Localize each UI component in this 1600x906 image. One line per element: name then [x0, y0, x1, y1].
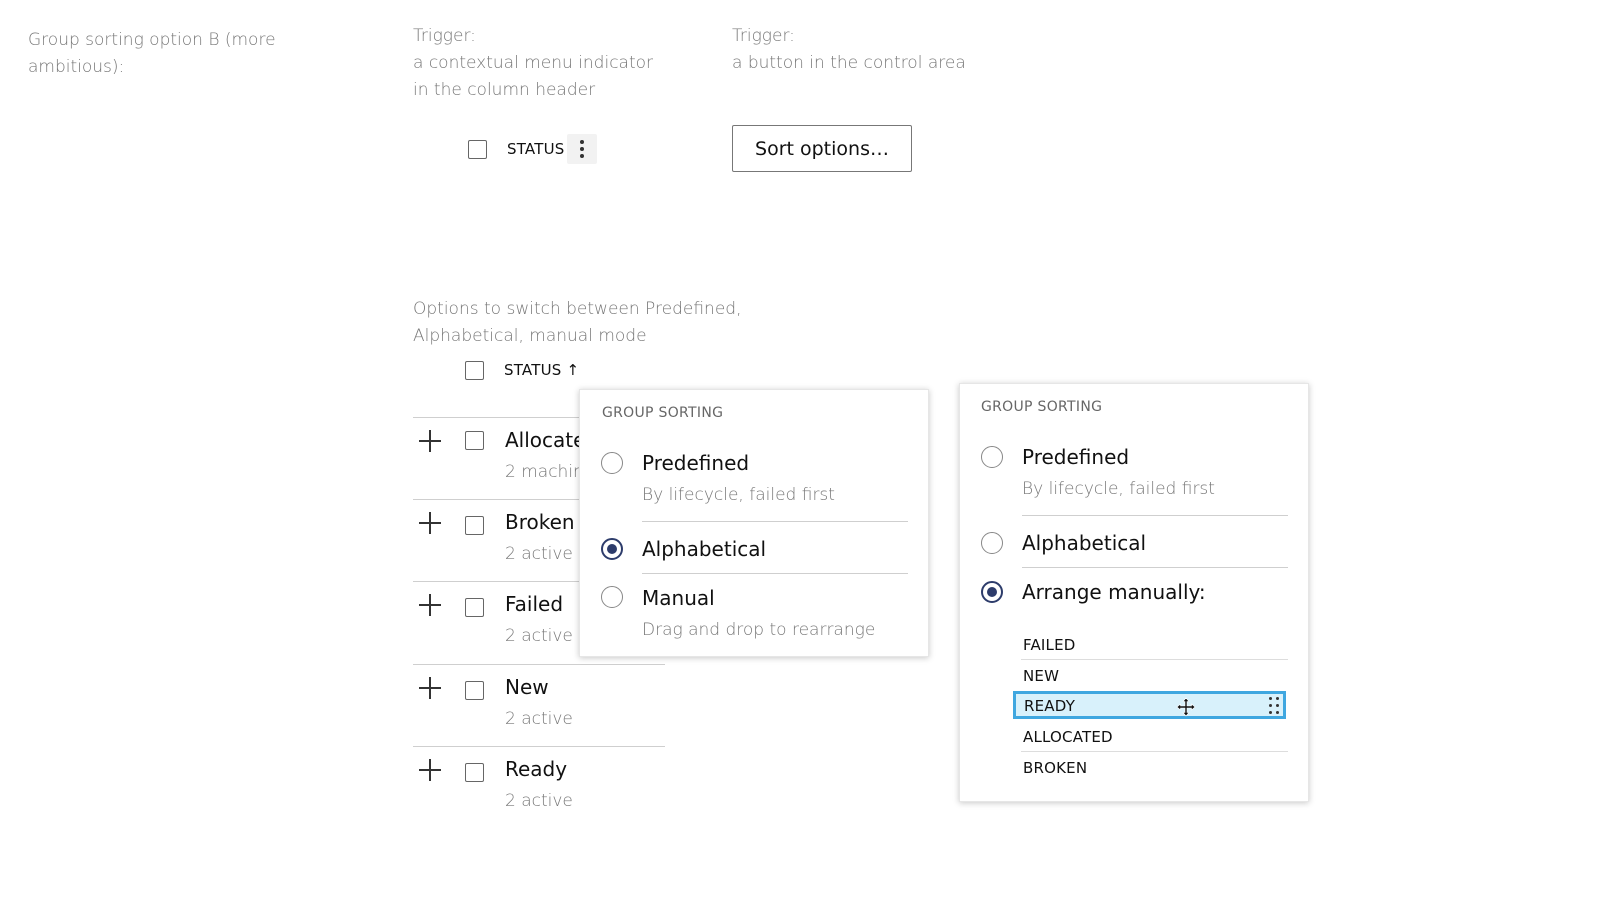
radio-predefined[interactable]: [601, 452, 623, 474]
manual-item-label: ALLOCATED: [1023, 728, 1113, 746]
radio-alphabetical[interactable]: [601, 538, 623, 560]
trigger-b-line: a button in the control area: [732, 53, 966, 73]
intro-line: ambitious):: [28, 57, 125, 77]
row-checkbox[interactable]: [465, 681, 484, 700]
radio-predefined[interactable]: [981, 446, 1003, 468]
manual-item-label: BROKEN: [1023, 759, 1088, 777]
manual-list-item[interactable]: FAILED: [1021, 630, 1288, 660]
divider: [1021, 659, 1288, 660]
manual-list-item[interactable]: NEW: [1021, 661, 1288, 691]
manual-item-label: READY: [1024, 697, 1076, 715]
vertical-ellipsis-icon[interactable]: [567, 134, 597, 164]
group-name: Failed: [505, 592, 564, 616]
intro-note: Group sorting option B (more ambitious):: [28, 27, 276, 81]
option-label[interactable]: Manual: [642, 586, 715, 610]
radio-arrange-manually[interactable]: [981, 581, 1003, 603]
group-count: 2 active: [505, 709, 573, 729]
header-checkbox[interactable]: [465, 361, 484, 380]
options-line: Options to switch between Predefined,: [413, 299, 742, 319]
trigger-a-line: a contextual menu indicator: [413, 53, 654, 73]
trigger-b-note: Trigger: a button in the control area: [732, 23, 966, 77]
popover-title: GROUP SORTING: [602, 405, 724, 421]
plus-icon[interactable]: [419, 677, 441, 699]
options-note: Options to switch between Predefined, Al…: [413, 296, 741, 350]
option-description: By lifecycle, failed first: [642, 485, 835, 505]
option-label[interactable]: Predefined: [1022, 445, 1129, 469]
divider: [642, 521, 908, 522]
option-description: Drag and drop to rearrange: [642, 620, 876, 640]
plus-icon[interactable]: [419, 512, 441, 534]
group-name: Broken: [505, 510, 575, 534]
trigger-a-line: in the column header: [413, 80, 596, 100]
move-cursor-icon: [1176, 697, 1196, 717]
row-checkbox[interactable]: [465, 516, 484, 535]
drag-handle-icon[interactable]: [1269, 696, 1281, 716]
divider: [1022, 567, 1288, 568]
group-row[interactable]: New 2 active: [413, 664, 665, 747]
group-row[interactable]: Ready 2 active: [413, 746, 665, 829]
group-count: 2 active: [505, 626, 573, 646]
group-count: 2 active: [505, 791, 573, 811]
group-count: 2 active: [505, 544, 573, 564]
radio-manual[interactable]: [601, 586, 623, 608]
option-label[interactable]: Alphabetical: [1022, 531, 1146, 555]
sort-options-button[interactable]: Sort options…: [732, 125, 912, 172]
divider: [1022, 515, 1288, 516]
popover-title: GROUP SORTING: [981, 399, 1103, 415]
row-checkbox[interactable]: [465, 431, 484, 450]
group-sorting-popover: GROUP SORTING Predefined By lifecycle, f…: [579, 389, 929, 657]
row-checkbox[interactable]: [465, 763, 484, 782]
column-header-status-sorted[interactable]: STATUS ↑: [504, 361, 579, 379]
column-header-status[interactable]: STATUS: [507, 140, 564, 158]
plus-icon[interactable]: [419, 594, 441, 616]
plus-icon[interactable]: [419, 759, 441, 781]
trigger-b-line: Trigger:: [732, 26, 795, 46]
divider: [1021, 751, 1288, 752]
manual-list-item[interactable]: BROKEN: [1021, 753, 1288, 783]
option-label[interactable]: Arrange manually:: [1022, 580, 1206, 604]
manual-list-item-dragging[interactable]: READY: [1013, 691, 1286, 719]
plus-icon[interactable]: [419, 430, 441, 452]
header-checkbox[interactable]: [468, 140, 487, 159]
options-line: Alphabetical, manual mode: [413, 326, 647, 346]
manual-list-item[interactable]: ALLOCATED: [1021, 722, 1288, 752]
intro-line: Group sorting option B (more: [28, 30, 276, 50]
option-description: By lifecycle, failed first: [1022, 479, 1215, 499]
manual-item-label: FAILED: [1023, 636, 1076, 654]
divider: [642, 573, 908, 574]
option-label[interactable]: Predefined: [642, 451, 749, 475]
trigger-a-note: Trigger: a contextual menu indicator in …: [413, 23, 653, 104]
option-label[interactable]: Alphabetical: [642, 537, 766, 561]
group-name: New: [505, 675, 549, 699]
radio-alphabetical[interactable]: [981, 532, 1003, 554]
row-checkbox[interactable]: [465, 598, 484, 617]
trigger-a-line: Trigger:: [413, 26, 476, 46]
manual-item-label: NEW: [1023, 667, 1060, 685]
group-name: Ready: [505, 757, 568, 781]
